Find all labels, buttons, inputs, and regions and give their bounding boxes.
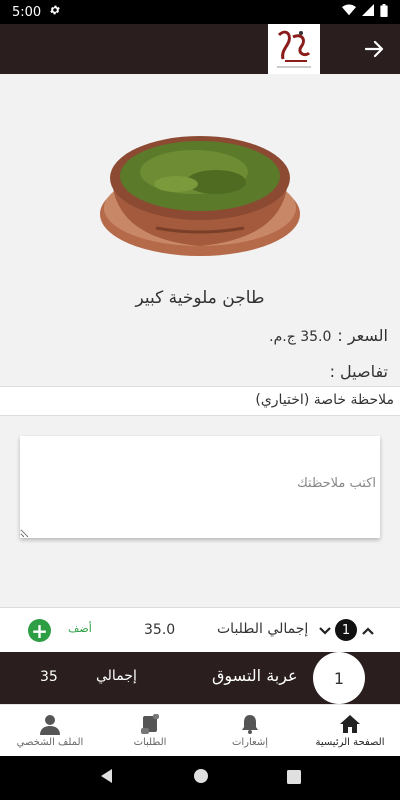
order-summary-bar: + أضف 35.0 إجمالي الطلبات 1 [0,607,400,652]
price-value: 35.0 ج.م. [269,329,332,345]
cart-total-value: 35 [40,669,58,685]
home-icon [339,713,361,735]
increase-quantity-chevron-up-icon[interactable] [361,623,375,637]
battery-icon [380,3,388,21]
decrease-quantity-chevron-down-icon[interactable] [318,623,332,637]
order-total-label: إجمالي الطلبات [217,621,309,637]
add-to-cart-button[interactable]: أضف [68,622,92,635]
cart-total-label: إجمالي [96,668,137,684]
status-time: 5:00 [12,4,42,20]
nav-label-orders: الطلبات [133,737,167,748]
status-bar: 5:00 [0,0,400,24]
details-label: تفاصيل : [329,362,388,381]
settings-gear-icon [49,4,61,20]
product-name: طاجن ملوخية كبير [135,288,265,308]
signal-icon [362,4,374,20]
price-label: السعر : [337,326,388,345]
special-note-heading: ملاحظة خاصة (اختياري) [0,386,400,416]
system-home-icon[interactable] [193,768,209,788]
nav-item-notifications[interactable]: إشعارات [200,705,300,756]
nav-label-notifications: إشعارات [231,737,269,748]
add-to-cart-plus-icon[interactable]: + [28,619,51,642]
note-input[interactable] [20,436,380,538]
restaurant-logo [268,24,320,74]
cart-count-badge[interactable]: 1 [313,652,365,704]
system-back-icon[interactable] [99,768,115,788]
nav-item-home[interactable]: الصفحة الرئيسية [300,705,400,756]
person-icon [39,713,61,735]
quantity-badge: 1 [335,619,357,641]
nav-label-home: الصفحة الرئيسية [315,737,385,748]
product-image [96,118,304,260]
price-row: السعر : 35.0 ج.م. [269,326,388,345]
system-recents-icon[interactable] [287,769,301,788]
nav-item-profile[interactable]: الملف الشخصي [0,705,100,756]
nav-item-orders[interactable]: الطلبات [100,705,200,756]
back-arrow-icon[interactable] [362,37,386,61]
nav-label-profile: الملف الشخصي [16,737,84,748]
note-box [20,436,380,538]
app-bar [0,24,400,74]
system-nav-bar [0,756,400,800]
cart-label: عربة التسوق [212,666,298,685]
wifi-icon [342,4,356,20]
scroll-icon [139,713,161,735]
bell-icon [239,713,261,735]
order-total-value: 35.0 [144,622,176,638]
product-screen: 5:00 طاجن ملوخية كبير السعر: 35.0 ج.م. … [0,0,400,800]
bottom-nav: الملف الشخصي الطلبات إشعارات الصفحة الرئ… [0,704,400,756]
